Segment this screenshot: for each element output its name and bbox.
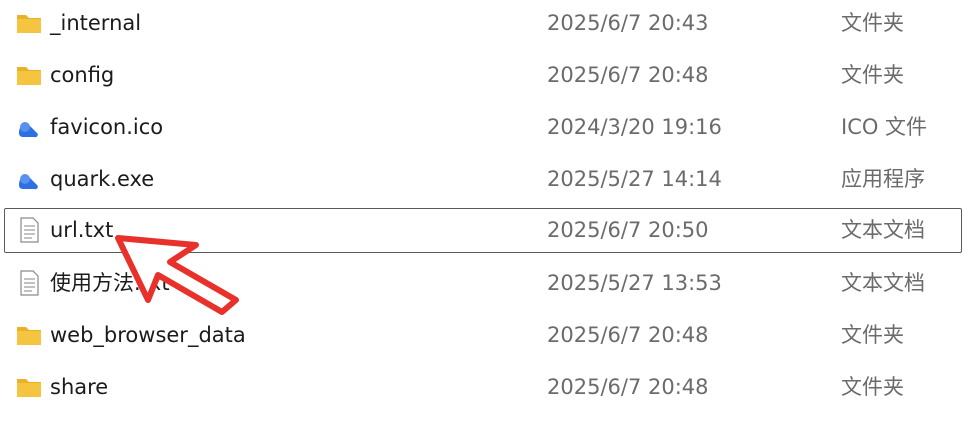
file-date: 2025/5/27 14:14 (547, 167, 722, 191)
file-type: 应用程序 (841, 167, 925, 191)
file-date: 2025/5/27 13:53 (547, 271, 722, 295)
file-name: quark.exe (50, 167, 155, 191)
file-row-internal[interactable]: _internal 2025/6/7 20:43 文件夹 (4, 3, 962, 43)
file-type: 文件夹 (841, 375, 904, 399)
file-name: config (50, 63, 115, 87)
file-name: 使用方法.txt (50, 271, 170, 295)
file-date: 2025/6/7 20:48 (547, 323, 709, 347)
file-date: 2024/3/20 19:16 (547, 115, 722, 139)
file-date: 2025/6/7 20:48 (547, 375, 709, 399)
file-type: ICO 文件 (841, 115, 928, 139)
file-name: _internal (50, 11, 142, 35)
file-row-url-txt[interactable]: url.txt 2025/6/7 20:50 文本文档 (4, 208, 962, 253)
text-file-icon (15, 216, 43, 244)
folder-icon (15, 321, 43, 349)
file-row-config[interactable]: config 2025/6/7 20:48 文件夹 (4, 55, 962, 95)
file-name: web_browser_data (50, 323, 246, 347)
text-file-icon (15, 269, 43, 297)
file-name: share (50, 375, 109, 399)
file-list: _internal 2025/6/7 20:43 文件夹 config 2025… (0, 0, 963, 427)
file-type: 文件夹 (841, 63, 904, 87)
file-type: 文件夹 (841, 11, 904, 35)
file-row-favicon[interactable]: favicon.ico 2024/3/20 19:16 ICO 文件 (4, 107, 962, 147)
file-row-web-browser-data[interactable]: web_browser_data 2025/6/7 20:48 文件夹 (4, 315, 962, 355)
file-name: url.txt (50, 218, 114, 242)
file-row-share[interactable]: share 2025/6/7 20:48 文件夹 (4, 367, 962, 407)
file-row-usage-txt[interactable]: 使用方法.txt 2025/5/27 13:53 文本文档 (4, 263, 962, 303)
cloud-icon (15, 165, 43, 193)
file-date: 2025/6/7 20:48 (547, 63, 709, 87)
file-date: 2025/6/7 20:50 (547, 218, 709, 242)
folder-icon (15, 61, 43, 89)
file-row-quark[interactable]: quark.exe 2025/5/27 14:14 应用程序 (4, 159, 962, 199)
file-date: 2025/6/7 20:43 (547, 11, 709, 35)
cloud-icon (15, 113, 43, 141)
file-name: favicon.ico (50, 115, 164, 139)
folder-icon (15, 373, 43, 401)
folder-icon (15, 9, 43, 37)
file-type: 文本文档 (841, 271, 925, 295)
file-type: 文件夹 (841, 323, 904, 347)
file-type: 文本文档 (841, 218, 925, 242)
